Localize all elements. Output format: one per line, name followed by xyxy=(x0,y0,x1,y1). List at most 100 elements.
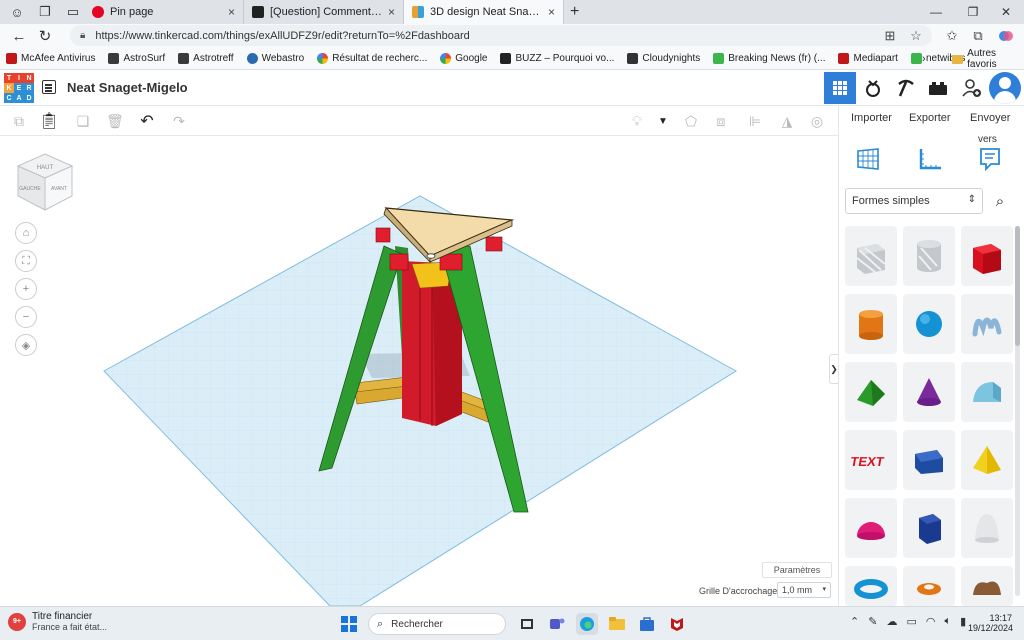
close-icon[interactable]: × xyxy=(228,5,235,19)
app-available-icon[interactable]: ⊞ xyxy=(878,24,902,48)
bookmark-buzz[interactable]: BUZZ – Pourquoi vo... xyxy=(500,53,614,64)
red-block[interactable] xyxy=(389,253,409,271)
pickaxe-icon[interactable] xyxy=(890,72,922,104)
import-button[interactable]: Importer xyxy=(851,112,892,124)
bookmark-astrotreff[interactable]: Astrotreff xyxy=(178,53,234,64)
zoom-in-icon[interactable]: + xyxy=(15,278,37,300)
news-widget[interactable]: 9+ Titre financier France a fait état... xyxy=(8,611,107,632)
shape-cone[interactable] xyxy=(903,362,955,422)
workplane-tool-icon[interactable] xyxy=(853,144,883,174)
system-tray[interactable]: ⌃ ✎ ☁ ▭ ◠ 🔈︎ ▮ xyxy=(850,615,975,628)
shape-roof[interactable] xyxy=(845,362,897,422)
edge-browser-icon[interactable] xyxy=(576,613,598,635)
workplane-viewport[interactable]: HAUT GAUCHE AVANT ⌂ ⛶ + − ◈ ❯ Paramètres… xyxy=(0,136,838,606)
collections-icon[interactable]: ❐ xyxy=(34,1,56,23)
copilot-icon[interactable] xyxy=(994,24,1018,48)
task-view-icon[interactable] xyxy=(516,613,538,635)
red-block[interactable] xyxy=(485,236,503,252)
bookmark-webastro[interactable]: Webastro xyxy=(246,53,304,64)
reload-button[interactable]: ↻ xyxy=(32,24,58,48)
file-explorer-icon[interactable] xyxy=(606,613,628,635)
other-favorites-folder[interactable]: Autres favoris xyxy=(952,48,1024,70)
shape-box[interactable] xyxy=(961,226,1013,286)
group-icon[interactable]: ⬠ xyxy=(680,110,702,132)
taskbar-clock[interactable]: 13:17 19/12/2024 xyxy=(968,613,1013,633)
bookmark-cloudynights[interactable]: Cloudynights xyxy=(627,53,700,64)
pen-icon[interactable]: ✎ xyxy=(868,615,877,628)
teams-icon[interactable] xyxy=(546,613,568,635)
browser-tab-question[interactable]: [Question] Comment récupérer le × xyxy=(244,0,404,24)
design-title[interactable]: Neat Snaget-Migelo xyxy=(67,80,188,95)
search-icon[interactable]: ⌕ xyxy=(987,188,1013,214)
shape-scribble[interactable] xyxy=(961,294,1013,354)
shape-round-roof[interactable] xyxy=(961,362,1013,422)
snap-grid-select[interactable]: 1,0 mm ▾ xyxy=(777,582,831,598)
display-icon[interactable]: ▭ xyxy=(906,615,916,628)
shape-tube[interactable] xyxy=(903,566,955,606)
cloud-icon[interactable]: ☁ xyxy=(886,615,897,628)
bookmark-mcafee[interactable]: McAfee Antivirus xyxy=(6,53,95,64)
store-icon[interactable] xyxy=(636,613,658,635)
cruise-icon[interactable]: ◎ xyxy=(806,110,828,132)
panel-toggle-chevron-icon[interactable]: ❯ xyxy=(829,354,838,384)
taskbar-search-box[interactable]: ⌕ Rechercher xyxy=(368,613,506,635)
undo-icon[interactable]: ↶ xyxy=(136,110,158,132)
chevron-up-icon[interactable]: ⌃ xyxy=(850,615,859,628)
ungroup-icon[interactable]: ⧈ xyxy=(710,110,732,132)
wifi-icon[interactable]: ◠ xyxy=(926,615,936,628)
3d-view-grid-icon[interactable] xyxy=(824,72,856,104)
zoom-out-icon[interactable]: − xyxy=(15,306,37,328)
shape-category-select[interactable]: Formes simples ⇕ xyxy=(845,188,983,214)
shape-pyramid[interactable] xyxy=(961,430,1013,490)
battery-icon[interactable]: ▮ xyxy=(960,615,966,628)
more-bookmarks-icon[interactable]: › xyxy=(922,48,926,70)
perspective-icon[interactable]: ◈ xyxy=(15,334,37,356)
notes-tool-icon[interactable] xyxy=(975,144,1005,174)
shape-polygon[interactable] xyxy=(903,498,955,558)
close-icon[interactable]: × xyxy=(388,5,395,19)
bricks-icon[interactable] xyxy=(922,72,954,104)
new-tab-button[interactable]: + xyxy=(570,3,579,21)
send-to-button[interactable]: Envoyer xyxy=(970,112,1010,124)
shape-paraboloid[interactable] xyxy=(961,498,1013,558)
bookmark-search-result[interactable]: Résultat de recherc... xyxy=(317,53,427,64)
lightbulb-icon[interactable]: 💡︎ xyxy=(626,110,648,132)
parameters-button[interactable]: Paramètres xyxy=(762,562,832,578)
shape-box-hole[interactable] xyxy=(845,226,897,286)
shape-sphere[interactable] xyxy=(903,294,955,354)
dropdown-arrow-icon[interactable]: ▼ xyxy=(652,110,674,132)
url-field[interactable]: 🔒︎ https://www.tinkercad.com/things/exAl… xyxy=(70,25,932,46)
close-window-icon[interactable]: ✕ xyxy=(988,0,1024,24)
browser-tab-tinkercad[interactable]: 3D design Neat Snaget-Migelo - × xyxy=(404,0,564,24)
duplicate-icon[interactable]: ❏ xyxy=(72,110,94,132)
fit-view-icon[interactable]: ⛶ xyxy=(15,250,37,272)
extensions-icon[interactable]: ⧉ xyxy=(966,24,990,48)
home-view-icon[interactable]: ⌂ xyxy=(15,222,37,244)
red-block[interactable] xyxy=(375,227,391,243)
windows-start-icon[interactable] xyxy=(338,613,360,635)
shapes-scrollbar[interactable] xyxy=(1015,226,1020,596)
delete-icon[interactable]: 🗑︎ xyxy=(104,110,126,132)
restore-icon[interactable]: ❐ xyxy=(955,0,991,24)
add-user-icon[interactable] xyxy=(956,72,988,104)
shape-half-sphere[interactable] xyxy=(845,498,897,558)
user-avatar[interactable] xyxy=(989,72,1021,104)
shape-wedge[interactable] xyxy=(903,430,955,490)
tab-actions-icon[interactable]: ▭ xyxy=(62,1,84,23)
bookmark-astrosurf[interactable]: AstroSurf xyxy=(108,53,165,64)
export-button[interactable]: Exporter xyxy=(909,112,951,124)
bookmark-mediapart[interactable]: Mediapart xyxy=(838,53,898,64)
mcafee-taskbar-icon[interactable] xyxy=(666,613,688,635)
shape-torus[interactable] xyxy=(845,566,897,606)
favorite-star-icon[interactable]: ☆ xyxy=(904,24,928,48)
view-cube[interactable]: HAUT GAUCHE AVANT xyxy=(16,152,74,212)
paste-icon[interactable]: 📋︎ xyxy=(38,110,60,132)
shape-cylinder[interactable] xyxy=(845,294,897,354)
minimize-icon[interactable]: — xyxy=(918,0,954,24)
bookmark-google[interactable]: Google xyxy=(440,53,487,64)
bookmark-breaking-news[interactable]: Breaking News (fr) (... xyxy=(713,53,825,64)
favorites-icon[interactable]: ✩ xyxy=(940,24,964,48)
browser-tab-pin[interactable]: Pin page × xyxy=(84,0,244,24)
tinkercad-logo[interactable]: T I N K E R C A D xyxy=(4,73,34,103)
mirror-icon[interactable]: ◮ xyxy=(776,110,798,132)
